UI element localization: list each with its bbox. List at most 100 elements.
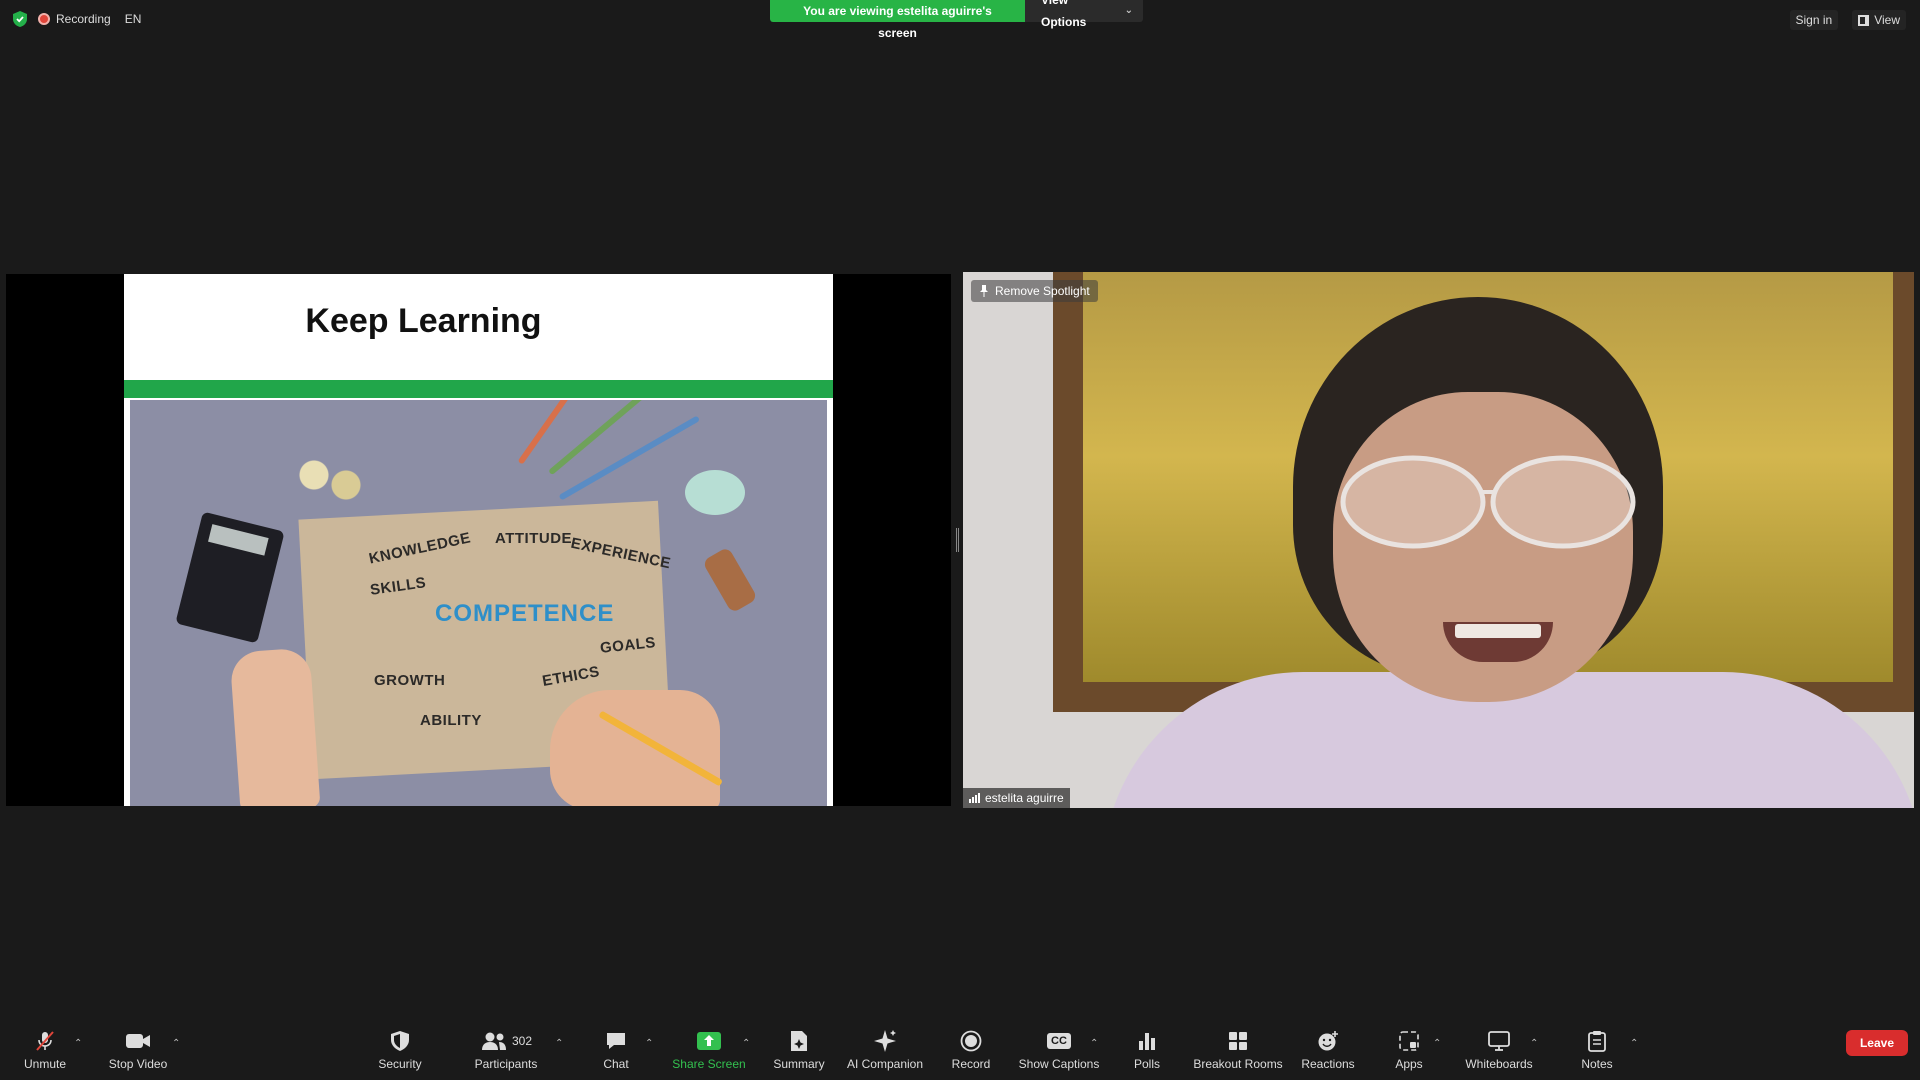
slide-accent-bar xyxy=(124,380,833,398)
chat-bubble-icon xyxy=(607,1033,625,1049)
participants-icon xyxy=(481,1032,506,1050)
whiteboards-label: Whiteboards xyxy=(1465,1057,1533,1071)
meeting-toolbar: Unmute ⌃ Stop Video ⌃ Security 302 Parti… xyxy=(0,1020,1920,1080)
pencil-image xyxy=(558,415,701,501)
ai-companion-button[interactable]: AI Companion xyxy=(835,1028,935,1071)
participant-teeth xyxy=(1455,624,1541,638)
language-button[interactable]: EN xyxy=(125,12,142,26)
apps-button[interactable]: Apps xyxy=(1359,1028,1459,1071)
whiteboard-icon xyxy=(1488,1031,1510,1051)
meeting-status: Recording EN xyxy=(12,10,141,28)
microphone-muted-icon xyxy=(36,1031,54,1051)
apps-icon xyxy=(1399,1031,1419,1051)
apps-caret-icon[interactable]: ⌃ xyxy=(1433,1038,1441,1049)
notes-label: Notes xyxy=(1581,1057,1613,1071)
breakout-rooms-label: Breakout Rooms xyxy=(1193,1057,1283,1071)
slide-title: Keep Learning xyxy=(305,302,542,340)
chevron-down-icon: ⌄ xyxy=(1124,5,1133,16)
recording-dot-icon xyxy=(38,13,50,25)
participant-video-tile[interactable]: Remove Spotlight estelita aguirre xyxy=(963,272,1914,808)
share-screen-label: Share Screen xyxy=(672,1057,746,1071)
grid-view-icon xyxy=(1858,14,1870,26)
participant-name-tag: estelita aguirre xyxy=(963,788,1070,808)
record-label: Record xyxy=(951,1057,991,1071)
shared-screen[interactable]: Keep Learning KNOWLEDGE ATTITUDE EXPERIE… xyxy=(6,274,951,806)
record-icon xyxy=(960,1030,982,1052)
slide-photo: KNOWLEDGE ATTITUDE EXPERIENCE SKILLS COM… xyxy=(130,400,827,806)
notes-caret-icon[interactable]: ⌃ xyxy=(1630,1038,1638,1049)
presentation-slide: Keep Learning KNOWLEDGE ATTITUDE EXPERIE… xyxy=(124,274,833,806)
apps-label: Apps xyxy=(1395,1057,1423,1071)
chat-button[interactable]: Chat xyxy=(566,1028,666,1071)
slide-word: GROWTH xyxy=(374,672,446,689)
split-resize-handle[interactable] xyxy=(956,528,959,552)
unmute-button[interactable]: Unmute xyxy=(0,1028,95,1071)
polls-button[interactable]: Polls xyxy=(1097,1028,1197,1071)
participant-name: estelita aguirre xyxy=(985,791,1064,805)
bar-chart-icon xyxy=(1139,1033,1155,1050)
chat-caret-icon[interactable]: ⌃ xyxy=(645,1038,653,1049)
screen-share-banner: You are viewing estelita aguirre's scree… xyxy=(770,0,1143,40)
coins-image xyxy=(290,455,370,505)
recording-label: Recording xyxy=(56,12,111,26)
participants-button[interactable]: 302 Participants xyxy=(456,1028,556,1071)
closed-captions-icon: CC xyxy=(1047,1033,1071,1049)
share-screen-icon xyxy=(697,1032,721,1050)
whiteboards-button[interactable]: Whiteboards xyxy=(1449,1028,1549,1071)
participants-label: Participants xyxy=(474,1057,538,1071)
participants-caret-icon[interactable]: ⌃ xyxy=(555,1038,563,1049)
view-options-label: View Options xyxy=(1041,0,1087,29)
video-options-caret-icon[interactable]: ⌃ xyxy=(172,1038,180,1049)
breakout-rooms-icon xyxy=(1229,1032,1247,1050)
remove-spotlight-label: Remove Spotlight xyxy=(995,284,1090,298)
hand-with-pencil-image xyxy=(550,690,720,806)
hand-image xyxy=(229,647,321,806)
slide-word: ATTITUDE xyxy=(495,530,573,547)
view-label: View xyxy=(1874,13,1900,27)
summary-label: Summary xyxy=(773,1057,825,1071)
video-camera-icon xyxy=(126,1034,150,1048)
remove-spotlight-button[interactable]: Remove Spotlight xyxy=(971,280,1098,302)
unmute-label: Unmute xyxy=(23,1057,67,1071)
show-captions-label: Show Captions xyxy=(1018,1057,1100,1071)
notes-button[interactable]: Notes xyxy=(1547,1028,1647,1071)
top-bar: Recording EN You are viewing estelita ag… xyxy=(0,0,1920,40)
pin-icon xyxy=(980,285,988,297)
share-screen-button[interactable]: Share Screen xyxy=(659,1028,759,1071)
sparkle-icon xyxy=(874,1030,896,1052)
polls-label: Polls xyxy=(1133,1057,1160,1071)
show-captions-button[interactable]: CC Show Captions xyxy=(1009,1028,1109,1071)
calculator-image xyxy=(175,511,285,644)
leave-button[interactable]: Leave xyxy=(1845,1030,1908,1056)
security-label: Security xyxy=(378,1057,422,1071)
security-shield-icon xyxy=(391,1031,409,1051)
chat-label: Chat xyxy=(603,1057,629,1071)
piggy-bank-image xyxy=(685,470,745,515)
notes-icon xyxy=(1588,1031,1606,1052)
record-button[interactable]: Record xyxy=(921,1028,1021,1071)
stamp-image xyxy=(702,546,758,614)
stop-video-button[interactable]: Stop Video xyxy=(88,1028,188,1071)
security-button[interactable]: Security xyxy=(350,1028,450,1071)
view-button[interactable]: View xyxy=(1852,10,1906,30)
audio-options-caret-icon[interactable]: ⌃ xyxy=(74,1038,82,1049)
summary-button[interactable]: Summary xyxy=(749,1028,849,1071)
pencil-image xyxy=(517,400,592,465)
smiley-icon xyxy=(1318,1031,1338,1051)
stop-video-label: Stop Video xyxy=(108,1057,168,1071)
breakout-rooms-button[interactable]: Breakout Rooms xyxy=(1188,1028,1288,1071)
view-options-button[interactable]: View Options ⌄ xyxy=(1025,0,1143,29)
reactions-label: Reactions xyxy=(1301,1057,1355,1071)
signal-strength-icon xyxy=(969,793,980,803)
participants-count: 302 xyxy=(511,1034,533,1048)
slide-word-competence: COMPETENCE xyxy=(435,600,615,627)
whiteboards-caret-icon[interactable]: ⌃ xyxy=(1530,1038,1538,1049)
sign-in-button[interactable]: Sign in xyxy=(1789,10,1839,30)
pencil-image xyxy=(548,400,660,476)
summary-document-icon xyxy=(791,1031,807,1051)
slide-word: ABILITY xyxy=(420,712,482,729)
ai-companion-label: AI Companion xyxy=(846,1057,924,1071)
shield-icon[interactable] xyxy=(12,10,28,28)
glasses-image xyxy=(1340,455,1636,549)
recording-indicator[interactable]: Recording xyxy=(38,12,111,26)
